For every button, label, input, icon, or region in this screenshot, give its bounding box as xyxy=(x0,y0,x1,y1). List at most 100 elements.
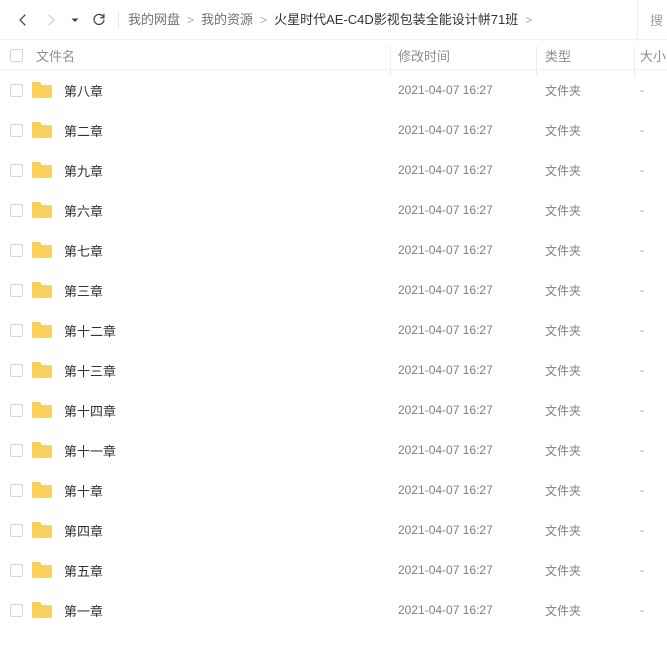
row-checkbox[interactable] xyxy=(10,124,23,137)
row-checkbox[interactable] xyxy=(10,564,23,577)
row-time-cell: 2021-04-07 16:27 xyxy=(398,510,538,550)
row-size-label: - xyxy=(640,563,644,577)
row-checkbox-cell[interactable] xyxy=(10,150,30,190)
row-checkbox[interactable] xyxy=(10,324,23,337)
breadcrumb-separator: > xyxy=(187,11,194,29)
row-time-cell: 2021-04-07 16:27 xyxy=(398,190,538,230)
row-type-label: 文件夹 xyxy=(545,82,581,99)
row-size-cell: - xyxy=(640,550,667,590)
folder-icon xyxy=(32,602,52,618)
row-time-label: 2021-04-07 16:27 xyxy=(398,523,493,537)
row-checkbox[interactable] xyxy=(10,524,23,537)
refresh-button[interactable] xyxy=(86,7,112,33)
row-type-label: 文件夹 xyxy=(545,442,581,459)
row-checkbox[interactable] xyxy=(10,604,23,617)
row-checkbox-cell[interactable] xyxy=(10,70,30,110)
row-checkbox[interactable] xyxy=(10,164,23,177)
column-header-size[interactable]: 大小 xyxy=(640,40,667,70)
row-size-label: - xyxy=(640,443,644,457)
table-row[interactable]: 第七章2021-04-07 16:27文件夹- xyxy=(0,230,667,270)
row-checkbox-cell[interactable] xyxy=(10,350,30,390)
table-row[interactable]: 第三章2021-04-07 16:27文件夹- xyxy=(0,270,667,310)
table-row[interactable]: 第一章2021-04-07 16:27文件夹- xyxy=(0,590,667,630)
row-checkbox-cell[interactable] xyxy=(10,190,30,230)
row-checkbox[interactable] xyxy=(10,204,23,217)
row-name-label: 第一章 xyxy=(64,601,103,620)
row-checkbox-cell[interactable] xyxy=(10,390,30,430)
row-name-cell[interactable]: 第七章 xyxy=(32,230,382,270)
table-row[interactable]: 第四章2021-04-07 16:27文件夹- xyxy=(0,510,667,550)
table-row[interactable]: 第十一章2021-04-07 16:27文件夹- xyxy=(0,430,667,470)
row-time-cell: 2021-04-07 16:27 xyxy=(398,390,538,430)
row-size-cell: - xyxy=(640,150,667,190)
row-checkbox-cell[interactable] xyxy=(10,590,30,630)
column-header-time[interactable]: 修改时间 xyxy=(398,40,538,70)
row-type-label: 文件夹 xyxy=(545,602,581,619)
table-row[interactable]: 第六章2021-04-07 16:27文件夹- xyxy=(0,190,667,230)
row-name-cell[interactable]: 第一章 xyxy=(32,590,382,630)
folder-icon xyxy=(32,522,52,538)
row-name-cell[interactable]: 第八章 xyxy=(32,70,382,110)
row-size-cell: - xyxy=(640,430,667,470)
row-name-cell[interactable]: 第十四章 xyxy=(32,390,382,430)
row-time-label: 2021-04-07 16:27 xyxy=(398,563,493,577)
table-row[interactable]: 第二章2021-04-07 16:27文件夹- xyxy=(0,110,667,150)
column-header-size-label: 大小 xyxy=(640,46,666,65)
row-checkbox-cell[interactable] xyxy=(10,110,30,150)
breadcrumb-item-1[interactable]: 我的资源 xyxy=(201,11,253,29)
breadcrumb-item-2[interactable]: 火星时代AE-C4D影视包装全能设计帡71班 xyxy=(274,11,518,29)
table-row[interactable]: 第十三章2021-04-07 16:27文件夹- xyxy=(0,350,667,390)
row-name-cell[interactable]: 第六章 xyxy=(32,190,382,230)
row-name-cell[interactable]: 第四章 xyxy=(32,510,382,550)
breadcrumb-item-0[interactable]: 我的网盘 xyxy=(128,11,180,29)
row-checkbox[interactable] xyxy=(10,244,23,257)
chevron-left-icon xyxy=(15,12,31,28)
row-name-cell[interactable]: 第三章 xyxy=(32,270,382,310)
row-size-cell: - xyxy=(640,470,667,510)
row-type-label: 文件夹 xyxy=(545,362,581,379)
row-type-label: 文件夹 xyxy=(545,122,581,139)
table-row[interactable]: 第五章2021-04-07 16:27文件夹- xyxy=(0,550,667,590)
row-checkbox-cell[interactable] xyxy=(10,270,30,310)
row-checkbox-cell[interactable] xyxy=(10,310,30,350)
row-time-cell: 2021-04-07 16:27 xyxy=(398,230,538,270)
row-size-label: - xyxy=(640,163,644,177)
back-button[interactable] xyxy=(10,7,36,33)
column-header-type-label: 类型 xyxy=(545,46,571,65)
row-checkbox[interactable] xyxy=(10,484,23,497)
row-name-label: 第五章 xyxy=(64,561,103,580)
row-checkbox[interactable] xyxy=(10,84,23,97)
table-row[interactable]: 第九章2021-04-07 16:27文件夹- xyxy=(0,150,667,190)
row-name-cell[interactable]: 第十二章 xyxy=(32,310,382,350)
row-checkbox[interactable] xyxy=(10,404,23,417)
search-box[interactable]: 搜 xyxy=(637,0,667,39)
row-name-cell[interactable]: 第十三章 xyxy=(32,350,382,390)
table-row[interactable]: 第八章2021-04-07 16:27文件夹- xyxy=(0,70,667,110)
row-time-label: 2021-04-07 16:27 xyxy=(398,483,493,497)
row-name-cell[interactable]: 第二章 xyxy=(32,110,382,150)
table-row[interactable]: 第十二章2021-04-07 16:27文件夹- xyxy=(0,310,667,350)
forward-button[interactable] xyxy=(38,7,64,33)
row-checkbox[interactable] xyxy=(10,444,23,457)
row-checkbox-cell[interactable] xyxy=(10,510,30,550)
column-header-name[interactable]: 文件名 xyxy=(36,40,386,70)
row-name-cell[interactable]: 第十章 xyxy=(32,470,382,510)
row-checkbox-cell[interactable] xyxy=(10,430,30,470)
row-name-cell[interactable]: 第九章 xyxy=(32,150,382,190)
row-checkbox[interactable] xyxy=(10,364,23,377)
row-checkbox-cell[interactable] xyxy=(10,470,30,510)
row-name-cell[interactable]: 第十一章 xyxy=(32,430,382,470)
select-all-checkbox[interactable] xyxy=(10,49,23,62)
row-checkbox-cell[interactable] xyxy=(10,230,30,270)
select-all-checkbox-cell[interactable] xyxy=(10,40,30,70)
table-row[interactable]: 第十章 2021-04-07 16:27 文件夹 - xyxy=(0,470,667,510)
row-type-label: 文件夹 xyxy=(545,482,581,499)
column-header-type[interactable]: 类型 xyxy=(545,40,635,70)
row-name-label: 第十章 xyxy=(64,481,103,500)
row-type-label: 文件夹 xyxy=(545,402,581,419)
table-row[interactable]: 第十四章2021-04-07 16:27文件夹- xyxy=(0,390,667,430)
history-dropdown-button[interactable] xyxy=(66,7,84,33)
row-checkbox[interactable] xyxy=(10,284,23,297)
row-name-cell[interactable]: 第五章 xyxy=(32,550,382,590)
row-checkbox-cell[interactable] xyxy=(10,550,30,590)
